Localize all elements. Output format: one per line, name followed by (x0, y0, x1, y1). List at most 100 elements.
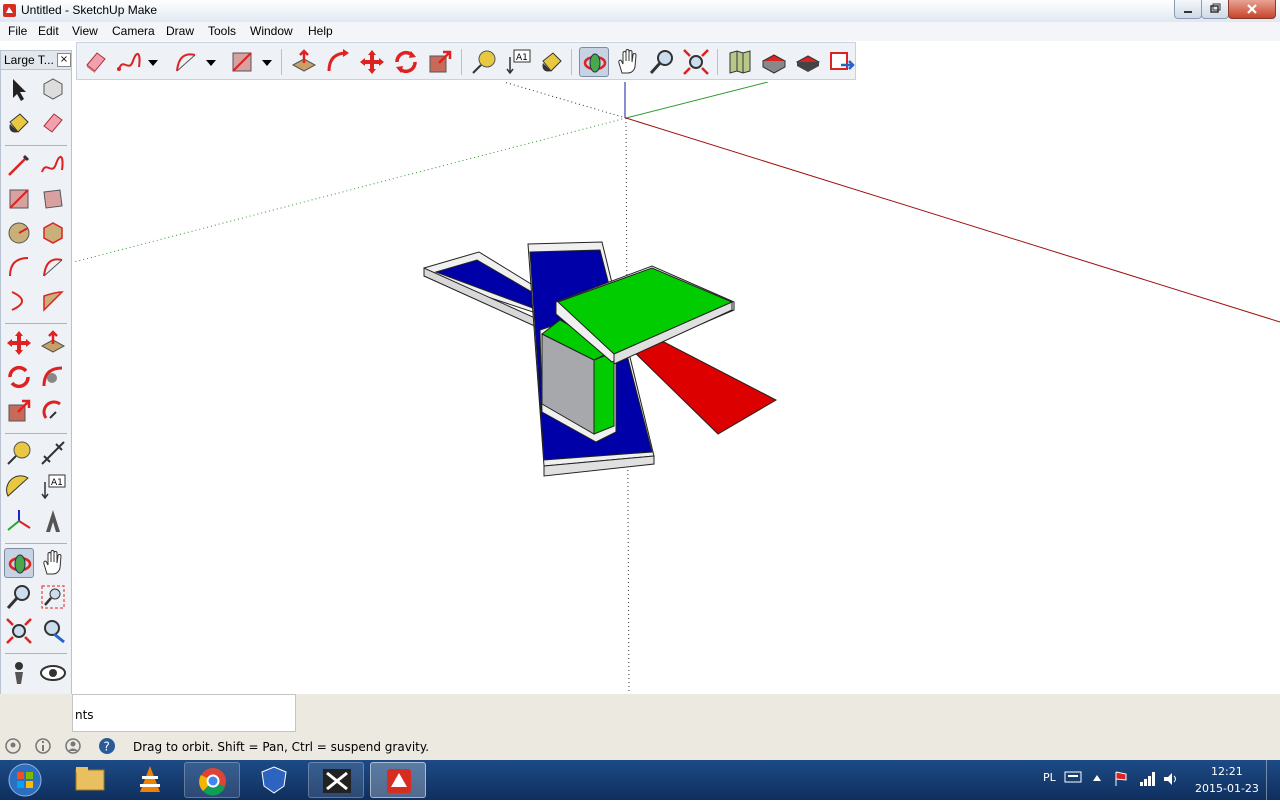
orbit-button[interactable] (4, 548, 34, 578)
show-desktop-button[interactable] (1266, 760, 1280, 800)
action-center-flag-icon[interactable] (1112, 770, 1130, 788)
tape-measure-button[interactable] (4, 438, 34, 468)
push-pull-button[interactable] (38, 328, 68, 358)
tray-date[interactable]: 2015-01-23 (1195, 782, 1259, 795)
taskbar-app[interactable] (308, 762, 364, 798)
extension-warehouse-button[interactable] (827, 47, 857, 77)
taskbar-security[interactable] (246, 762, 302, 798)
make-component-button[interactable] (38, 74, 68, 104)
start-button-icon[interactable] (6, 762, 44, 798)
move-button[interactable] (4, 328, 34, 358)
menu-draw[interactable]: Draw (166, 24, 194, 38)
three-point-arc-button[interactable] (4, 286, 34, 316)
pan-tool-button[interactable] (613, 47, 643, 77)
select-tool-button[interactable] (4, 74, 34, 104)
follow-me-button[interactable] (38, 362, 68, 392)
rectangle-button[interactable] (4, 184, 34, 214)
polygon-button[interactable] (38, 218, 68, 248)
menu-edit[interactable]: Edit (38, 24, 59, 38)
tray-language[interactable]: PL (1043, 771, 1056, 784)
toolbar-header[interactable]: Large T... × (1, 51, 71, 70)
paint-bucket-tool-button[interactable] (537, 47, 567, 77)
scale-tool-button[interactable] (425, 47, 455, 77)
taskbar-chrome[interactable] (184, 762, 240, 798)
previous-view-button[interactable] (38, 616, 68, 646)
taskbar-sketchup[interactable] (370, 762, 426, 798)
zoom-extents-button[interactable] (4, 616, 34, 646)
pie-icon (43, 291, 64, 312)
freehand-dropdown[interactable] (145, 47, 161, 77)
scale-button[interactable] (4, 396, 34, 426)
menu-window[interactable]: Window (250, 24, 293, 38)
rotate-tool-button[interactable] (391, 47, 421, 77)
line-tool-button[interactable] (4, 150, 34, 180)
show-hidden-icons-arrow[interactable] (1092, 774, 1102, 782)
orbit-tool-button[interactable] (579, 47, 609, 77)
maximize-button[interactable] (1201, 0, 1229, 19)
model-viewport[interactable] (74, 82, 1280, 694)
tray-time[interactable]: 12:21 (1211, 765, 1243, 778)
two-point-arc-button[interactable] (38, 252, 68, 282)
arc-tool-button[interactable] (171, 47, 201, 77)
keyboard-icon[interactable] (1064, 770, 1082, 784)
freehand-button[interactable] (38, 150, 68, 180)
taskbar-explorer[interactable] (62, 762, 118, 798)
rotate-icon (395, 50, 417, 74)
add-location-button[interactable] (725, 47, 755, 77)
offset-button[interactable] (38, 396, 68, 426)
move-tool-button[interactable] (357, 47, 387, 77)
rectangle-tool-button[interactable] (227, 47, 257, 77)
measurements-box[interactable]: nts (72, 694, 296, 732)
3d-warehouse-button[interactable] (759, 47, 789, 77)
menu-tools[interactable]: Tools (208, 24, 236, 38)
zoom-window-icon (41, 585, 65, 609)
eraser-button[interactable] (38, 108, 68, 138)
pan-button[interactable] (38, 548, 68, 578)
toolbar-separator (5, 653, 67, 654)
pie-button[interactable] (38, 286, 68, 316)
push-pull-tool-button[interactable] (289, 47, 319, 77)
network-signal-icon[interactable] (1138, 770, 1156, 788)
circle-button[interactable] (4, 218, 34, 248)
close-window-button[interactable] (1228, 0, 1276, 19)
menu-file[interactable]: File (8, 24, 27, 38)
text-button[interactable]: A1 (38, 472, 68, 502)
user-account-icon[interactable] (64, 737, 82, 755)
toolbar-separator (5, 543, 67, 544)
dimensions-button[interactable] (38, 438, 68, 468)
arc-button[interactable] (4, 252, 34, 282)
position-camera-button[interactable] (4, 658, 34, 688)
minimize-button[interactable] (1174, 0, 1202, 19)
3d-text-button[interactable] (38, 506, 68, 536)
zoom-tool-button[interactable] (647, 47, 677, 77)
rotated-rectangle-button[interactable] (38, 184, 68, 214)
freehand-tool-button[interactable] (115, 47, 145, 77)
tape-measure-tool-button[interactable] (469, 47, 499, 77)
geo-location-icon[interactable] (4, 737, 22, 755)
paint-bucket-button[interactable] (4, 108, 34, 138)
toolbar-separator (5, 145, 67, 146)
menu-help[interactable]: Help (308, 24, 333, 38)
rotate-button[interactable] (4, 362, 34, 392)
menu-view[interactable]: View (72, 24, 98, 38)
volume-icon[interactable] (1162, 770, 1180, 788)
toolbar-close-button[interactable]: × (57, 53, 71, 67)
protractor-button[interactable] (4, 472, 34, 502)
menu-camera[interactable]: Camera (112, 24, 155, 38)
axes-button[interactable] (4, 506, 34, 536)
instructor-help-icon[interactable]: ? (98, 737, 116, 755)
look-around-button[interactable] (38, 658, 68, 688)
arc-dropdown[interactable] (203, 47, 219, 77)
follow-me-tool-button[interactable] (323, 47, 353, 77)
text-tool-button[interactable]: A1 (503, 47, 533, 77)
svg-text:?: ? (104, 740, 110, 754)
eraser-tool-button[interactable] (81, 47, 111, 77)
taskbar-vlc[interactable] (122, 762, 178, 798)
two-point-arc-icon (43, 258, 63, 277)
zoom-button[interactable] (4, 582, 34, 612)
zoom-extents-tool-button[interactable] (681, 47, 711, 77)
zoom-window-button[interactable] (38, 582, 68, 612)
credits-info-icon[interactable] (34, 737, 52, 755)
rectangle-dropdown[interactable] (259, 47, 275, 77)
share-model-button[interactable] (793, 47, 823, 77)
